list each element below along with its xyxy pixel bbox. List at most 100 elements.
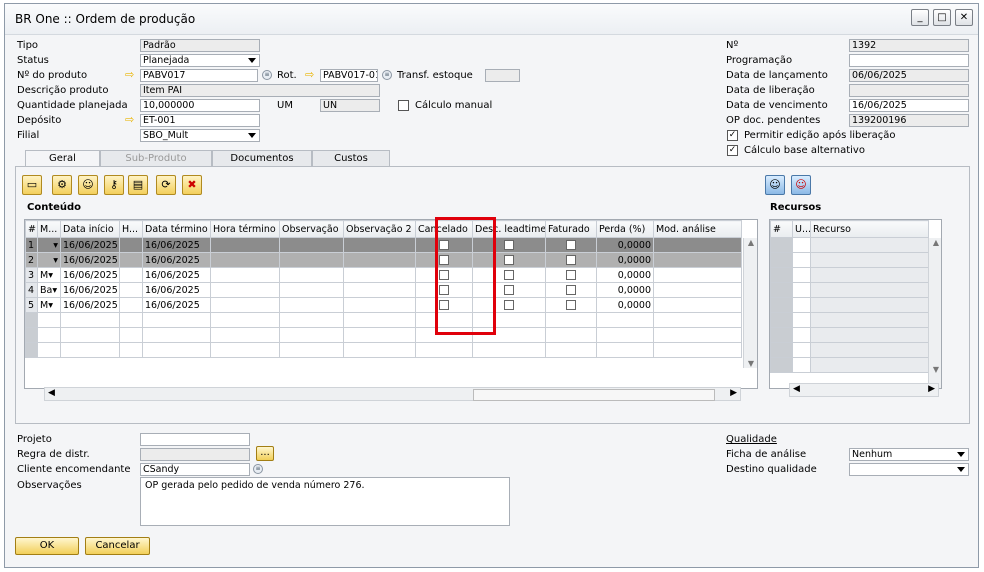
perda-cell[interactable]: 0,0000: [596, 267, 654, 283]
start-date-cell[interactable]: 16/06/2025: [60, 267, 120, 283]
scroll-right-icon[interactable]: ▶: [730, 388, 737, 398]
empty-row[interactable]: [770, 282, 929, 298]
key-icon[interactable]: ⚷: [104, 175, 124, 195]
scroll-left-icon[interactable]: ◀: [48, 388, 55, 398]
col-header[interactable]: M...: [37, 220, 61, 238]
tab-sub-produto[interactable]: Sub-Produto: [100, 150, 212, 166]
folder-icon[interactable]: ▭: [22, 175, 42, 195]
lib-field[interactable]: [849, 84, 969, 97]
start-date-cell[interactable]: 16/06/2025: [60, 237, 120, 253]
stack-icon[interactable]: ▤: [128, 175, 148, 195]
add-resource-icon[interactable]: ☺: [765, 175, 785, 195]
table-row[interactable]: 1 ▾ 16/06/2025 16/06/2025 0,0000: [25, 237, 742, 253]
type-dropdown[interactable]: M▾: [37, 267, 61, 283]
empty-row[interactable]: [770, 327, 929, 343]
col-header[interactable]: Observação 2: [343, 220, 416, 238]
permitir-checkbox[interactable]: ✓: [727, 130, 738, 141]
vertical-scrollbar[interactable]: ▲ ▼: [743, 238, 757, 368]
scroll-up-icon[interactable]: ▲: [744, 238, 757, 247]
link-arrow-icon[interactable]: ⇨: [305, 69, 314, 80]
destino-select[interactable]: [849, 463, 969, 476]
table-row[interactable]: 4 1 Ba▾ 16/06/2025 16/06/2025 0,0000: [25, 282, 742, 298]
col-header[interactable]: Data início: [60, 220, 120, 238]
minimize-icon[interactable]: _: [911, 9, 929, 26]
faturado-checkbox[interactable]: [545, 252, 597, 268]
vertical-scrollbar[interactable]: ▲ ▼: [928, 238, 941, 388]
end-date-cell[interactable]: 16/06/2025: [142, 282, 211, 298]
horizontal-scrollbar[interactable]: ◀ ▶: [789, 383, 939, 397]
end-date-cell[interactable]: 16/06/2025: [142, 252, 211, 268]
calc-manual-checkbox[interactable]: [398, 100, 409, 111]
tab-geral[interactable]: Geral: [25, 150, 100, 167]
lanc-field[interactable]: 06/06/2025: [849, 69, 969, 82]
faturado-checkbox[interactable]: [545, 237, 597, 253]
start-date-cell[interactable]: 16/06/2025: [60, 252, 120, 268]
faturado-checkbox[interactable]: [545, 282, 597, 298]
remove-resource-icon[interactable]: ☺: [791, 175, 811, 195]
table-row[interactable]: 5 1 M▾ 16/06/2025 16/06/2025 0,0000: [25, 297, 742, 313]
col-header[interactable]: Observação: [279, 220, 344, 238]
regra-field[interactable]: [140, 448, 250, 461]
status-select[interactable]: Planejada: [140, 54, 260, 67]
produto-field[interactable]: PABV017: [140, 69, 258, 82]
col-header[interactable]: Recurso: [810, 220, 929, 238]
obs-textarea[interactable]: OP gerada pelo pedido de venda número 27…: [140, 477, 510, 526]
end-date-cell[interactable]: 16/06/2025: [142, 237, 211, 253]
empty-row[interactable]: [770, 312, 929, 328]
perda-cell[interactable]: 0,0000: [596, 282, 654, 298]
type-dropdown[interactable]: ▾: [37, 252, 61, 268]
num-field[interactable]: 1392: [849, 39, 969, 52]
empty-row[interactable]: [770, 297, 929, 313]
close-icon[interactable]: ✕: [955, 9, 973, 26]
empty-row[interactable]: [770, 357, 929, 373]
start-date-cell[interactable]: 16/06/2025: [60, 297, 120, 313]
table-row[interactable]: 3 M▾ 16/06/2025 16/06/2025 0,0000: [25, 267, 742, 283]
empty-row[interactable]: [770, 267, 929, 283]
type-dropdown[interactable]: M▾: [37, 297, 61, 313]
op-field[interactable]: 139200196: [849, 114, 969, 127]
col-header[interactable]: #: [770, 220, 793, 238]
end-date-cell[interactable]: 16/06/2025: [142, 297, 211, 313]
rot-field[interactable]: PABV017-01: [320, 69, 378, 82]
col-header[interactable]: U...: [792, 220, 811, 238]
users-icon[interactable]: ☺: [78, 175, 98, 195]
venc-field[interactable]: 16/06/2025: [849, 99, 969, 112]
cancel-button[interactable]: Cancelar: [85, 537, 150, 555]
cliente-field[interactable]: CSandy: [140, 463, 250, 476]
cell[interactable]: [119, 237, 143, 253]
start-date-cell[interactable]: 16/06/2025: [60, 282, 120, 298]
col-header[interactable]: Perda (%): [596, 220, 654, 238]
scroll-left-icon[interactable]: ◀: [793, 384, 800, 394]
lookup-icon[interactable]: ≡: [262, 70, 272, 80]
tab-documentos[interactable]: Documentos: [212, 150, 312, 166]
lookup-icon[interactable]: ≡: [382, 70, 392, 80]
projeto-field[interactable]: [140, 433, 250, 446]
type-dropdown[interactable]: Ba▾: [37, 282, 61, 298]
desc-field[interactable]: Item PAI: [140, 84, 380, 97]
perda-cell[interactable]: 0,0000: [596, 297, 654, 313]
faturado-checkbox[interactable]: [545, 267, 597, 283]
scroll-up-icon[interactable]: ▲: [929, 238, 941, 247]
scroll-right-icon[interactable]: ▶: [928, 384, 935, 394]
col-header[interactable]: Data término: [142, 220, 211, 238]
link-arrow-icon[interactable]: ⇨: [125, 69, 134, 80]
empty-row[interactable]: [770, 252, 929, 268]
qtd-field[interactable]: 10,000000: [140, 99, 260, 112]
regra-picker-button[interactable]: ...: [256, 446, 274, 461]
end-date-cell[interactable]: 16/06/2025: [142, 267, 211, 283]
empty-row[interactable]: [770, 342, 929, 358]
col-header[interactable]: Faturado: [545, 220, 597, 238]
deposito-field[interactable]: ET-001: [140, 114, 260, 127]
tipo-field[interactable]: Padrão: [140, 39, 260, 52]
transf-field[interactable]: [485, 69, 520, 82]
scroll-thumb[interactable]: [473, 389, 715, 401]
type-dropdown[interactable]: ▾: [37, 237, 61, 253]
empty-row[interactable]: [770, 237, 929, 253]
col-header[interactable]: H...: [119, 220, 143, 238]
scroll-down-icon[interactable]: ▼: [744, 359, 757, 368]
maximize-icon[interactable]: □: [933, 9, 951, 26]
col-header[interactable]: Mod. análise: [653, 220, 742, 238]
filial-select[interactable]: SBO_Mult: [140, 129, 260, 142]
col-header[interactable]: Hora término: [210, 220, 280, 238]
perda-cell[interactable]: 0,0000: [596, 237, 654, 253]
